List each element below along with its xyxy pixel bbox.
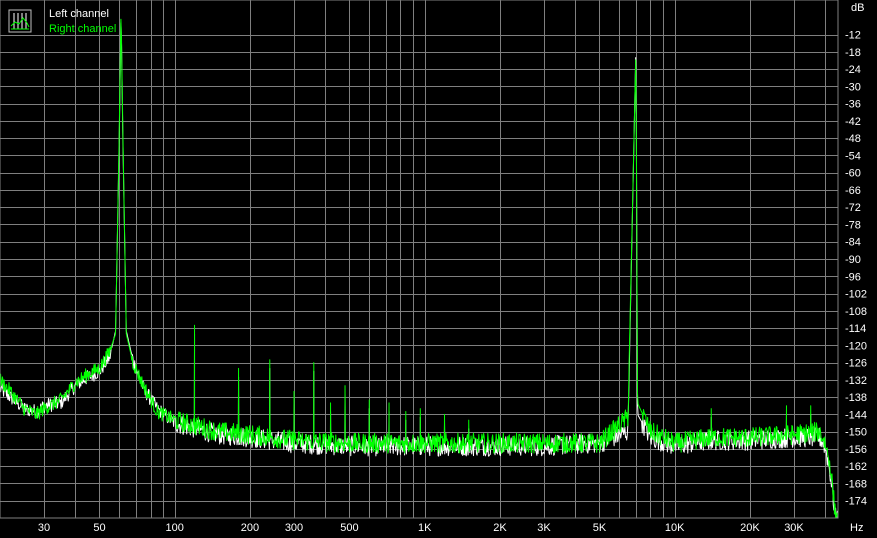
x-tick-label: 5K [593,522,607,534]
y-tick-label: -126 [845,358,867,370]
chart-background [0,0,877,538]
y-tick-label: -48 [845,133,861,145]
x-tick-label: 1K [418,522,432,534]
x-tick-label: 30 [38,522,50,534]
y-tick-label: -42 [845,116,861,128]
y-tick-label: -114 [845,323,866,335]
y-tick-label: -36 [845,99,861,111]
y-tick-label: -24 [845,64,861,76]
y-tick-label: -162 [845,461,867,473]
y-tick-label: -78 [845,219,861,231]
y-tick-label: -72 [845,202,861,214]
x-tick-label: 300 [285,522,303,534]
x-tick-label: 2K [493,522,507,534]
y-tick-label: -174 [845,496,867,508]
y-tick-label: -84 [845,237,861,249]
y-tick-label: -96 [845,271,861,283]
y-tick-label: -132 [845,375,867,387]
y-tick-label: -54 [845,150,861,162]
y-tick-label: -66 [845,185,861,197]
y-tick-label: -168 [845,478,867,490]
y-tick-label: -156 [845,444,867,456]
y-tick-label: -102 [845,289,867,301]
y-axis-unit: dB [851,2,864,14]
y-tick-label: -108 [845,306,867,318]
y-tick-label: -60 [845,168,861,180]
x-tick-label: 30K [784,522,804,534]
spectrum-chart: -12 -18 -24 -30 -36 -42 -48 -54 -60 -66 -72 -78 -84 -… [0,0,877,538]
x-tick-label: 20K [740,522,760,534]
x-tick-label: 10K [665,522,685,534]
y-tick-label: -12 [845,30,861,42]
x-tick-label: 200 [241,522,259,534]
y-tick-label: -120 [845,340,867,352]
y-tick-label: -138 [845,392,867,404]
y-tick-label: -30 [845,81,861,93]
x-tick-label: 100 [166,522,184,534]
y-tick-label: -150 [845,427,867,439]
y-tick-label: -144 [845,409,867,421]
x-tick-label: 500 [340,522,358,534]
legend-left-channel: Left channel [49,8,109,20]
x-tick-label: 3K [537,522,551,534]
x-tick-label: 50 [93,522,105,534]
x-axis-unit: Hz [850,522,863,534]
y-tick-label: -90 [845,254,861,266]
legend-right-channel: Right channel [49,23,116,35]
y-tick-label: -18 [845,47,861,59]
